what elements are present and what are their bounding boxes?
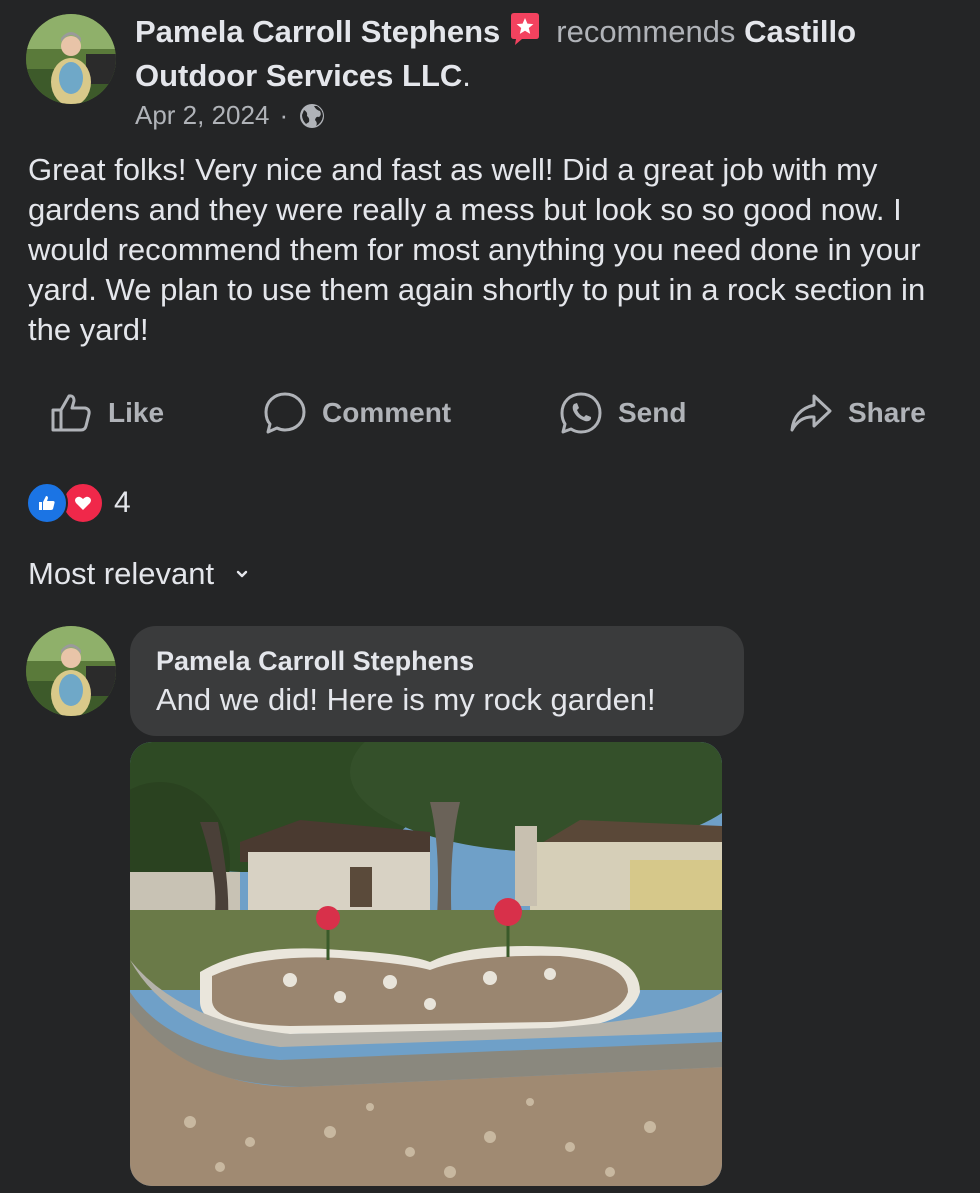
send-label: Send [618, 397, 687, 428]
recommends-text: recommends [556, 14, 736, 49]
post-meta: Apr 2, 2024 · [135, 100, 326, 131]
meta-separator: · [279, 100, 289, 130]
comment-bubble-icon [264, 392, 306, 434]
chevron-down-icon [236, 570, 248, 578]
share-label: Share [848, 397, 926, 428]
recommend-badge-icon [508, 12, 542, 46]
rock-garden-image [130, 742, 722, 1186]
commenter-name[interactable]: Pamela Carroll Stephens [156, 644, 718, 678]
action-bar: Like Comment Send Share [0, 385, 980, 441]
comments-sort-dropdown[interactable]: Most relevant [28, 556, 252, 592]
love-reaction-icon [62, 482, 104, 524]
author-name[interactable]: Pamela Carroll Stephens [135, 14, 500, 49]
whatsapp-icon [560, 392, 602, 434]
globe-icon [300, 103, 325, 128]
comment-label: Comment [322, 397, 452, 428]
avatar-photo [26, 14, 116, 104]
avatar-photo [26, 626, 116, 716]
like-label: Like [108, 397, 165, 428]
comment-bubble: Pamela Carroll Stephens And we did! Here… [130, 626, 744, 736]
share-arrow-icon [790, 394, 832, 432]
comment-text: And we did! Here is my rock garden! [156, 682, 656, 717]
like-reaction-icon [26, 482, 68, 524]
author-avatar[interactable] [26, 14, 116, 104]
thumbs-up-icon [51, 394, 91, 432]
share-button[interactable]: Share [788, 385, 926, 441]
business-name-part2[interactable]: Outdoor Services LLC [135, 58, 462, 93]
post-body-text: Great folks! Very nice and fast as well!… [28, 152, 926, 347]
reactions-summary[interactable]: 4 [26, 482, 131, 524]
comment-button[interactable]: Comment [262, 385, 451, 441]
post-header: Pamela Carroll Stephens recommends Castil… [135, 12, 857, 93]
send-button[interactable]: Send [558, 385, 686, 441]
comment-photo[interactable] [130, 742, 722, 1186]
like-button[interactable]: Like [48, 385, 164, 441]
reaction-count: 4 [114, 486, 131, 519]
business-name-part1[interactable]: Castillo [744, 14, 856, 49]
sort-label: Most relevant [28, 556, 215, 591]
commenter-avatar[interactable] [26, 626, 116, 716]
post-date[interactable]: Apr 2, 2024 [135, 100, 269, 131]
